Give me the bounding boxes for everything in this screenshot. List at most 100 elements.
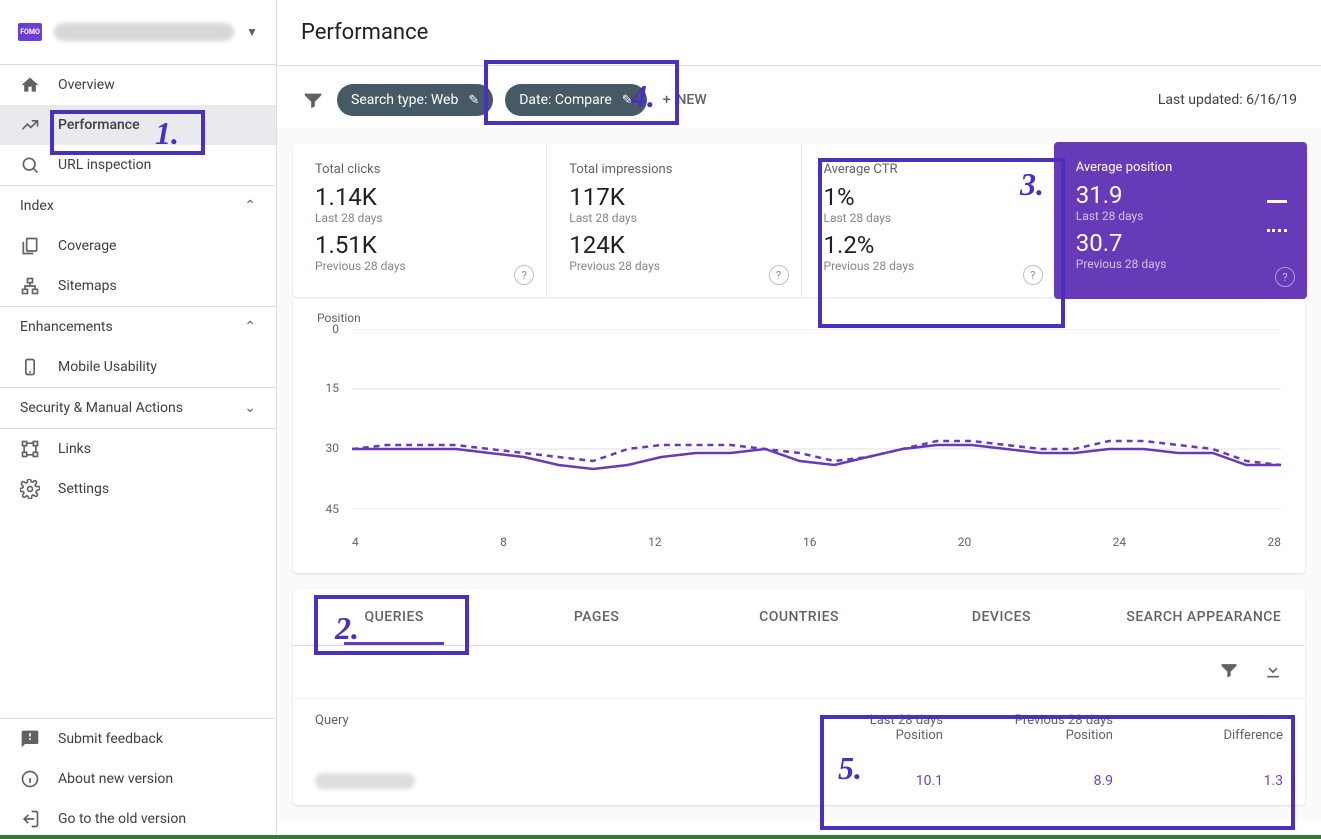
col-header-sub: Position [943, 728, 1113, 743]
x-tick: 28 [1267, 535, 1281, 549]
nav-links[interactable]: Links [0, 429, 276, 469]
sitemap-icon [20, 276, 40, 296]
sidebar: FOMO ▼ Overview Performance URL inspecti… [0, 0, 277, 839]
nav-coverage[interactable]: Coverage [0, 226, 276, 266]
nav-settings[interactable]: Settings [0, 469, 276, 509]
legend-dashed-line [1267, 229, 1287, 232]
chart-line-icon [20, 115, 40, 135]
col-last28-header: Last 28 days Position [773, 713, 943, 743]
last-updated: Last updated: 6/16/19 [1158, 92, 1297, 108]
card-value: 1.14K [315, 183, 524, 211]
new-label: NEW [676, 92, 706, 108]
query-table-card: QUERIES PAGES COUNTRIES DEVICES SEARCH A… [293, 589, 1305, 805]
card-value: 31.9 [1076, 181, 1285, 209]
tab-pages[interactable]: PAGES [495, 589, 697, 645]
filters-bar: Search type: Web ✎ Date: Compare ✎ + NEW… [277, 66, 1321, 128]
y-tick: 30 [326, 441, 340, 455]
y-tick: 45 [326, 502, 340, 516]
cell-last28: 10.1 [773, 773, 943, 789]
col-header-sub: Difference [1113, 728, 1283, 743]
nav-section-enhancements[interactable]: Enhancements ⌃ [0, 307, 276, 347]
cell-diff: 1.3 [1113, 773, 1283, 789]
tab-countries[interactable]: COUNTRIES [698, 589, 900, 645]
add-new-filter[interactable]: + NEW [663, 92, 707, 108]
chevron-down-icon: ⌄ [244, 400, 256, 416]
card-period: Last 28 days [569, 211, 778, 225]
nav-submit-feedback[interactable]: Submit feedback [0, 719, 276, 759]
chip-label: Date: Compare [519, 92, 612, 108]
pages-icon [20, 236, 40, 256]
nav-about-new-version[interactable]: About new version [0, 759, 276, 799]
nav-label: Coverage [58, 238, 116, 254]
nav-label: Go to the old version [58, 811, 186, 827]
chart-svg [352, 329, 1281, 509]
card-value-prev: 30.7 [1076, 229, 1285, 257]
card-period: Last 28 days [315, 211, 524, 225]
chevron-down-icon: ▼ [246, 25, 258, 39]
chart-y-label: Position [317, 311, 1281, 325]
help-icon[interactable]: ? [769, 265, 789, 285]
gear-icon [20, 479, 40, 499]
col-header-top: Previous 28 days [943, 713, 1113, 728]
card-period-prev: Previous 28 days [569, 259, 778, 273]
table-toolbar [293, 646, 1305, 698]
table-filter-icon[interactable] [1219, 660, 1239, 684]
nav-label: Settings [58, 481, 109, 497]
tab-devices[interactable]: DEVICES [900, 589, 1102, 645]
col-header-sub: Position [773, 728, 943, 743]
card-label: Average position [1076, 160, 1285, 175]
nav-header-label: Security & Manual Actions [20, 400, 183, 416]
table-header: Query Last 28 days Position Previous 28 … [293, 698, 1305, 757]
card-total-clicks[interactable]: Total clicks 1.14K Last 28 days 1.51K Pr… [293, 144, 547, 297]
nav-header-label: Index [20, 198, 54, 214]
card-period: Last 28 days [824, 211, 1033, 225]
nav-label: Overview [58, 77, 115, 93]
cell-prev28: 8.9 [943, 773, 1113, 789]
nav-url-inspection[interactable]: URL inspection [0, 145, 276, 185]
card-value-prev: 1.51K [315, 231, 524, 259]
y-tick: 0 [332, 322, 339, 336]
nav-old-version[interactable]: Go to the old version [0, 799, 276, 839]
mobile-icon [20, 357, 40, 377]
col-query-header: Query [315, 713, 773, 743]
help-icon[interactable]: ? [1023, 265, 1043, 285]
main-content: Performance Search type: Web ✎ Date: Com… [277, 0, 1321, 839]
col-diff-header: Difference [1113, 713, 1283, 743]
col-header-top: Last 28 days [773, 713, 943, 728]
download-icon[interactable] [1263, 660, 1283, 684]
card-period-prev: Previous 28 days [315, 259, 524, 273]
tab-queries[interactable]: QUERIES [293, 589, 495, 645]
y-tick: 15 [326, 381, 340, 395]
card-average-ctr[interactable]: Average CTR 1% Last 28 days 1.2% Previou… [802, 144, 1056, 297]
nav-label: URL inspection [58, 157, 151, 173]
nav-overview[interactable]: Overview [0, 65, 276, 105]
position-chart: Position 0 15 30 45 [293, 297, 1305, 573]
table-row[interactable]: 10.1 8.9 1.3 [293, 757, 1305, 805]
nav-performance[interactable]: Performance [0, 105, 276, 145]
card-value-prev: 1.2% [824, 231, 1033, 259]
card-period: Last 28 days [1076, 209, 1285, 223]
pencil-icon: ✎ [622, 93, 633, 108]
info-icon [20, 769, 40, 789]
tab-search-appearance[interactable]: SEARCH APPEARANCE [1103, 589, 1305, 645]
filter-icon[interactable] [301, 88, 325, 112]
card-total-impressions[interactable]: Total impressions 117K Last 28 days 124K… [547, 144, 801, 297]
nav-section-security[interactable]: Security & Manual Actions ⌄ [0, 388, 276, 428]
help-icon[interactable]: ? [1275, 267, 1295, 287]
chip-date[interactable]: Date: Compare ✎ [505, 84, 646, 116]
chip-search-type[interactable]: Search type: Web ✎ [337, 84, 493, 116]
nav-mobile-usability[interactable]: Mobile Usability [0, 347, 276, 387]
metric-cards: Total clicks 1.14K Last 28 days 1.51K Pr… [293, 144, 1305, 297]
nav-sitemaps[interactable]: Sitemaps [0, 266, 276, 306]
nav-label: Sitemaps [58, 278, 117, 294]
home-icon [20, 75, 40, 95]
help-icon[interactable]: ? [514, 265, 534, 285]
feedback-icon [20, 729, 40, 749]
card-average-position[interactable]: Average position 31.9 Last 28 days 30.7 … [1054, 142, 1307, 299]
property-selector[interactable]: FOMO ▼ [0, 0, 276, 64]
nav-section-index[interactable]: Index ⌃ [0, 186, 276, 226]
card-value: 1% [824, 183, 1033, 211]
property-name-blurred [54, 23, 234, 41]
nav-header-label: Enhancements [20, 319, 113, 335]
chip-label: Search type: Web [351, 92, 458, 108]
